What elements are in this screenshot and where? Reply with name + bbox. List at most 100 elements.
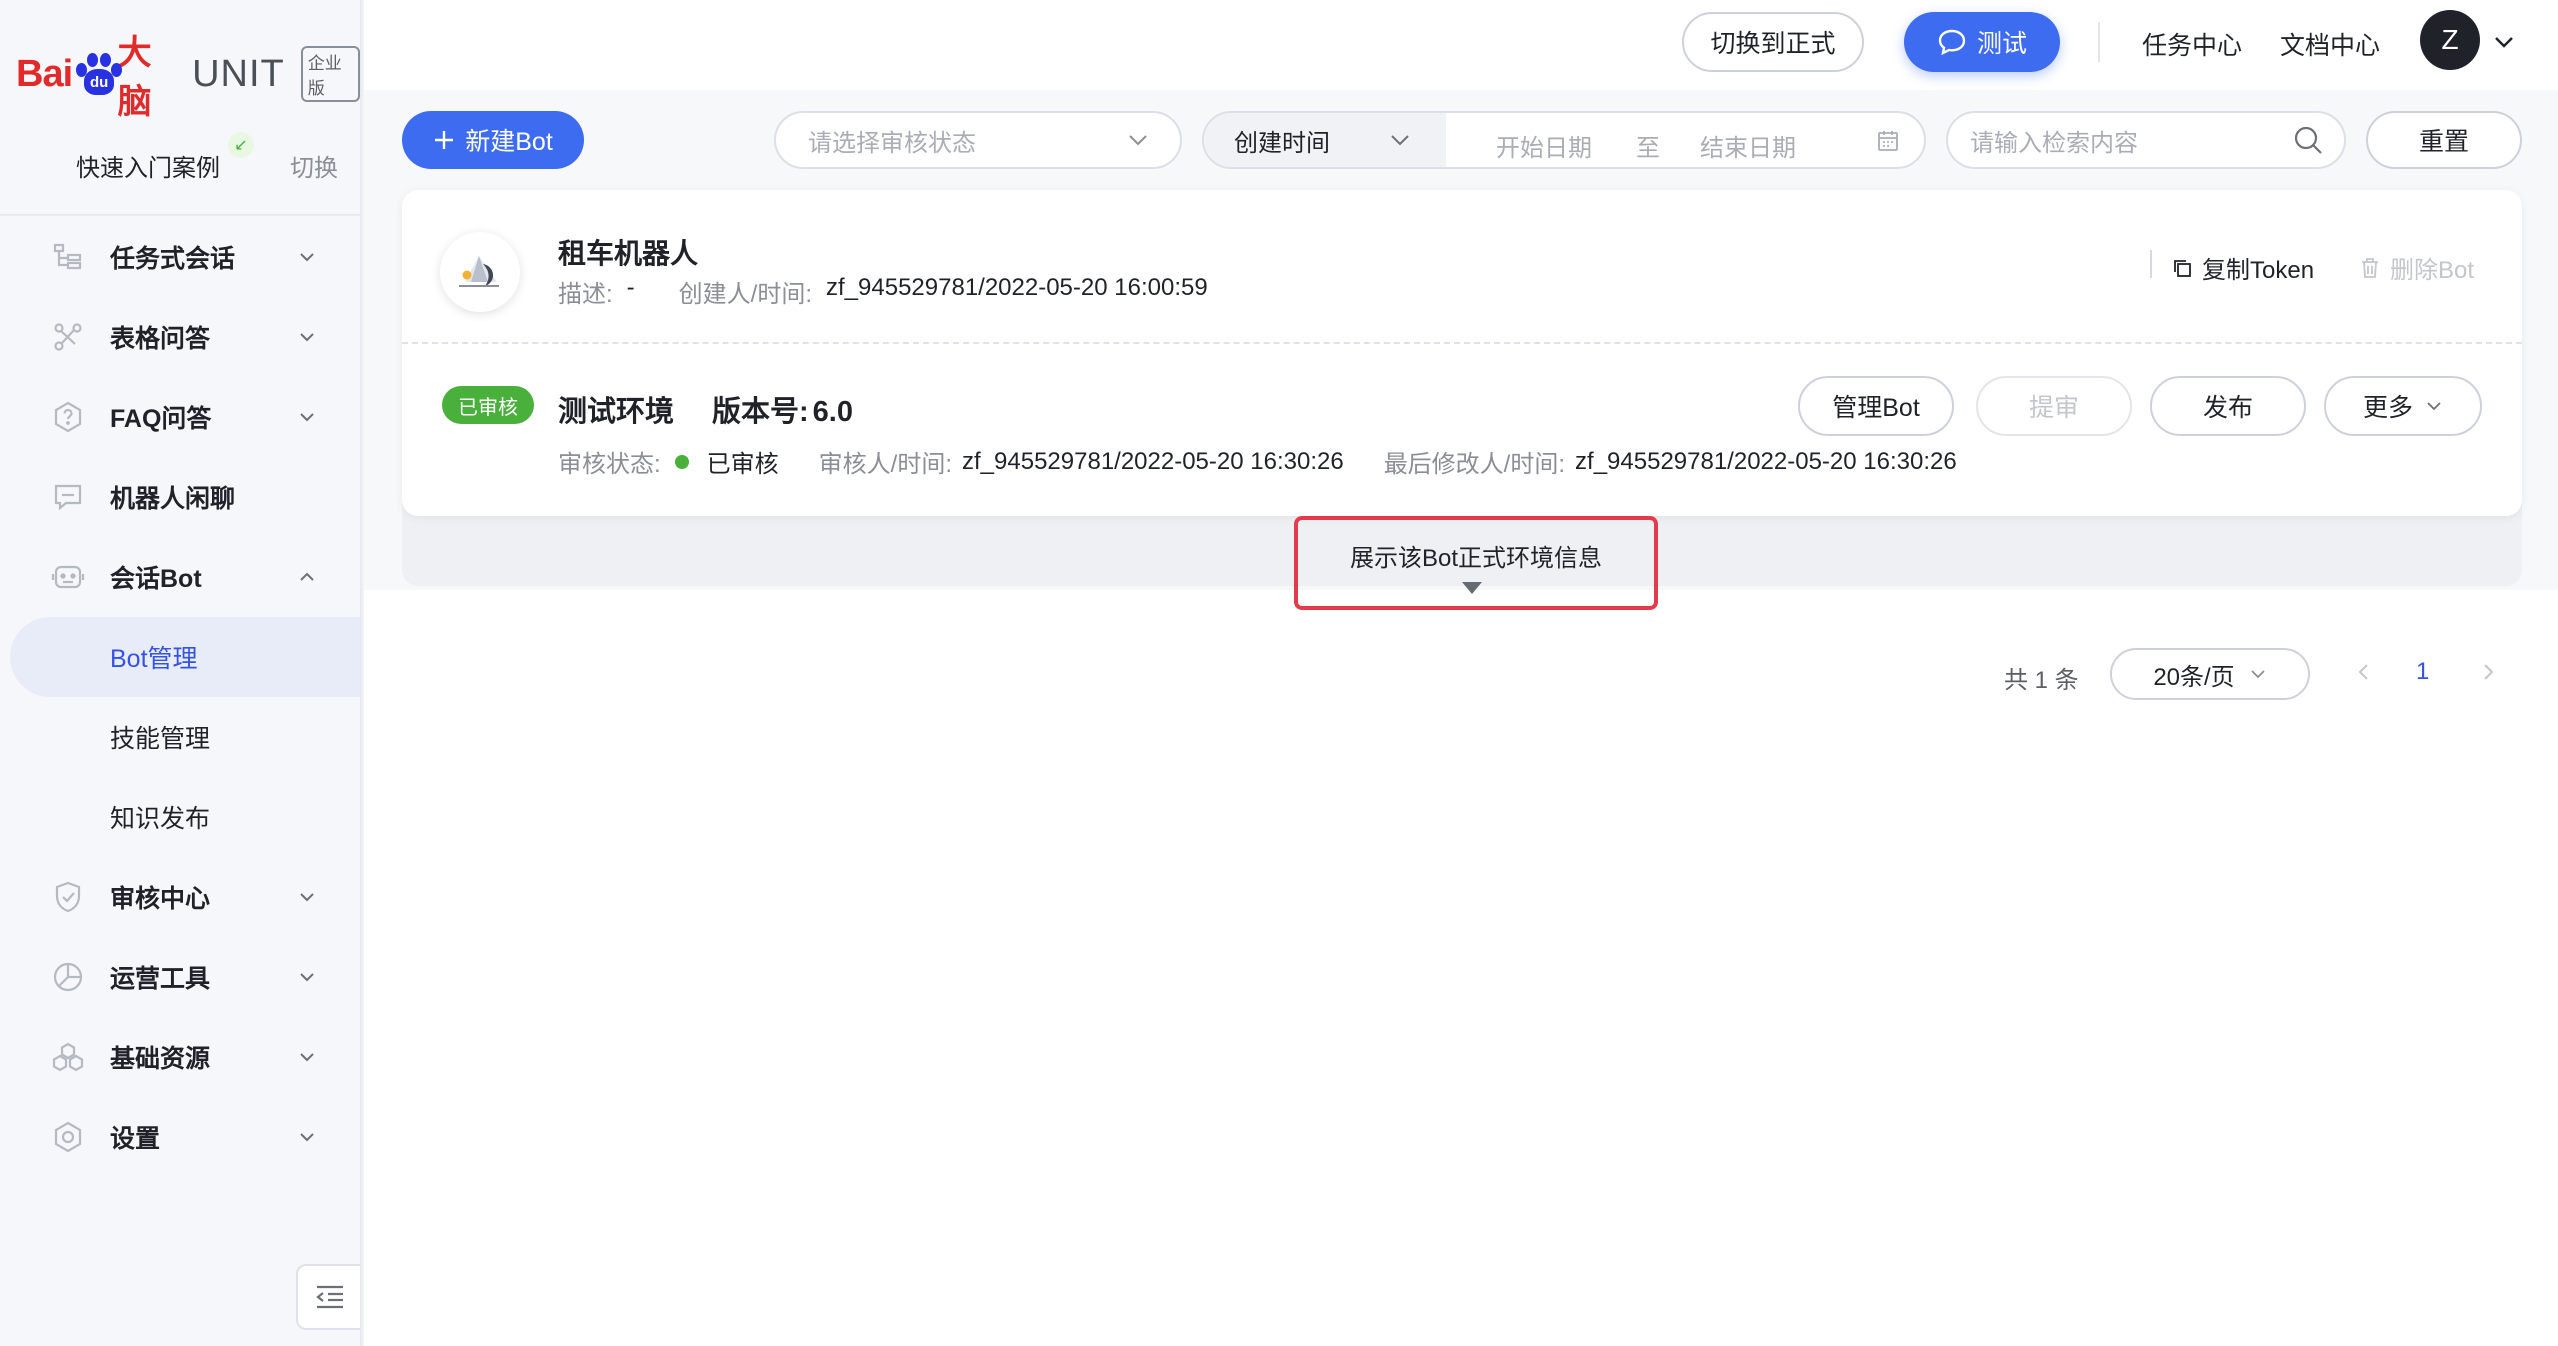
calendar-icon[interactable] (1876, 129, 1900, 153)
nav-label: 表格问答 (110, 325, 211, 353)
nav-settings[interactable]: 设置 (0, 1102, 360, 1172)
page-size-select[interactable]: 20条/页 (2110, 648, 2310, 700)
search-input[interactable]: 请输入检索内容 (1946, 111, 2346, 169)
date-range-filter: 创建时间 开始日期 至 结束日期 (1202, 111, 1926, 169)
collapse-icon (316, 1285, 343, 1309)
chevron-up-icon (300, 572, 314, 581)
switch-button[interactable]: 切换 (290, 148, 338, 183)
product-name: UNIT (192, 52, 285, 95)
nav-operation-tools[interactable]: 运营工具 (0, 942, 360, 1012)
search-placeholder: 请输入检索内容 (1970, 129, 2138, 157)
status-dot (674, 454, 689, 469)
edition-badge: 企业版 (300, 46, 360, 102)
quick-start-link[interactable]: 快速入门案例 (76, 148, 220, 183)
nav-dialog-bot[interactable]: 会话Bot (0, 542, 360, 612)
auditor-label: 审核人/时间: (818, 451, 953, 478)
creator-value: zf_945529781/2022-05-20 16:00:59 (826, 274, 1208, 301)
bot-card: 租车机器人 描述: - 创建人/时间: zf_945529781/2022-05… (402, 190, 2522, 516)
shield-icon (50, 879, 86, 915)
chevron-right-icon[interactable] (2476, 660, 2500, 684)
delete-bot-label: 删除Bot (2390, 257, 2475, 284)
chevron-down-icon (300, 253, 314, 262)
desc-value: - (626, 274, 635, 301)
nav-label: 机器人闲聊 (110, 485, 236, 513)
test-button[interactable]: 测试 (1904, 12, 2060, 72)
nav-audit-center[interactable]: 审核中心 (0, 862, 360, 932)
nav-chitchat[interactable]: 机器人闲聊 (0, 462, 360, 532)
switch-to-production-button[interactable]: 切换到正式 (1682, 12, 1864, 72)
arrow-badge-icon: ↙ (228, 132, 254, 158)
sub-item-label: 知识发布 (110, 805, 211, 833)
copy-token-button[interactable]: 复制Token (2172, 250, 2314, 285)
date-type-label: 创建时间 (1234, 129, 1330, 157)
sidebar-item-skill-manage[interactable]: 技能管理 (10, 697, 360, 777)
delete-bot-button[interactable]: 删除Bot (2360, 250, 2474, 285)
chevron-down-icon (300, 1053, 314, 1062)
sub-item-label: Bot管理 (110, 645, 198, 673)
test-button-label: 测试 (1976, 30, 2027, 58)
chevron-down-icon (300, 413, 314, 422)
chevron-down-icon (1391, 135, 1409, 146)
task-center-link[interactable]: 任务中心 (2142, 26, 2242, 62)
audit-status-label: 审核状态: (558, 451, 661, 478)
copy-token-label: 复制Token (2202, 257, 2315, 284)
start-date-input[interactable]: 开始日期 (1496, 128, 1592, 163)
manage-bot-button[interactable]: 管理Bot (1798, 376, 1954, 436)
bot-meta: 描述: - 创建人/时间: zf_945529781/2022-05-20 16… (558, 274, 1208, 309)
doc-center-link[interactable]: 文档中心 (2280, 26, 2380, 62)
audit-info: 审核状态: 已审核 审核人/时间: zf_945529781/2022-05-2… (558, 444, 1957, 479)
paw-icon: du (74, 51, 123, 97)
page-number[interactable]: 1 (2416, 658, 2429, 686)
page-size-label: 20条/页 (2153, 663, 2235, 691)
env-name: 测试环境 (558, 396, 675, 428)
bot-avatar (440, 232, 520, 312)
end-date-input[interactable]: 结束日期 (1700, 128, 1796, 163)
new-bot-button[interactable]: 新建Bot (402, 111, 584, 169)
date-separator: 至 (1636, 135, 1660, 162)
collapse-sidebar-button[interactable] (296, 1264, 362, 1330)
nav-task-dialog[interactable]: 任务式会话 (0, 222, 360, 292)
chevron-down-icon (300, 893, 314, 902)
chevron-down-icon (2251, 670, 2265, 679)
chat-bubble-icon (1938, 29, 1966, 56)
auditor-value: zf_945529781/2022-05-20 16:30:26 (962, 447, 1344, 475)
avatar[interactable]: Z (2420, 10, 2480, 70)
desc-label: 描述: (558, 281, 613, 308)
nav-label: 任务式会话 (110, 245, 236, 273)
resource-icon (50, 1039, 86, 1075)
divider (0, 214, 360, 216)
bot-icon (50, 559, 86, 595)
chevron-left-icon[interactable] (2352, 660, 2376, 684)
content-lower-area (364, 590, 2558, 1346)
nav-label: 基础资源 (110, 1045, 211, 1073)
submit-audit-button[interactable]: 提审 (1976, 376, 2132, 436)
audit-status-select[interactable]: 请选择审核状态 (774, 111, 1182, 169)
more-label: 更多 (2362, 394, 2413, 422)
search-icon[interactable] (2292, 124, 2324, 156)
show-production-info-toggle[interactable]: 展示该Bot正式环境信息 (1294, 516, 1658, 610)
publish-button[interactable]: 发布 (2150, 376, 2306, 436)
reset-button[interactable]: 重置 (2366, 111, 2522, 169)
chevron-down-icon (300, 333, 314, 342)
total-count: 共 1 条 (2004, 667, 2079, 694)
date-type-select[interactable]: 创建时间 (1204, 113, 1446, 167)
sidebar-item-knowledge-publish[interactable]: 知识发布 (10, 777, 360, 857)
nav-label: 运营工具 (110, 965, 211, 993)
more-button[interactable]: 更多 (2324, 376, 2482, 436)
chevron-down-icon[interactable] (2492, 30, 2516, 54)
settings-icon (50, 1119, 86, 1155)
nav-table-qa[interactable]: 表格问答 (0, 302, 360, 372)
nav-base-resources[interactable]: 基础资源 (0, 1022, 360, 1092)
logo[interactable]: Bai du 大脑 UNIT 企业版 (16, 34, 360, 121)
chevron-down-icon (300, 1133, 314, 1142)
logo-paw-text: du (84, 69, 115, 95)
creator-label: 创建人/时间: (678, 281, 813, 308)
nav-faq[interactable]: FAQ问答 (0, 382, 360, 452)
new-bot-label: 新建Bot (465, 128, 553, 156)
operation-icon (50, 959, 86, 995)
nav-label: FAQ问答 (110, 405, 212, 433)
sidebar-item-bot-manage[interactable]: Bot管理 (10, 617, 360, 697)
status-badge: 已审核 (442, 386, 534, 424)
plus-icon (435, 131, 454, 149)
faq-icon (50, 399, 86, 435)
